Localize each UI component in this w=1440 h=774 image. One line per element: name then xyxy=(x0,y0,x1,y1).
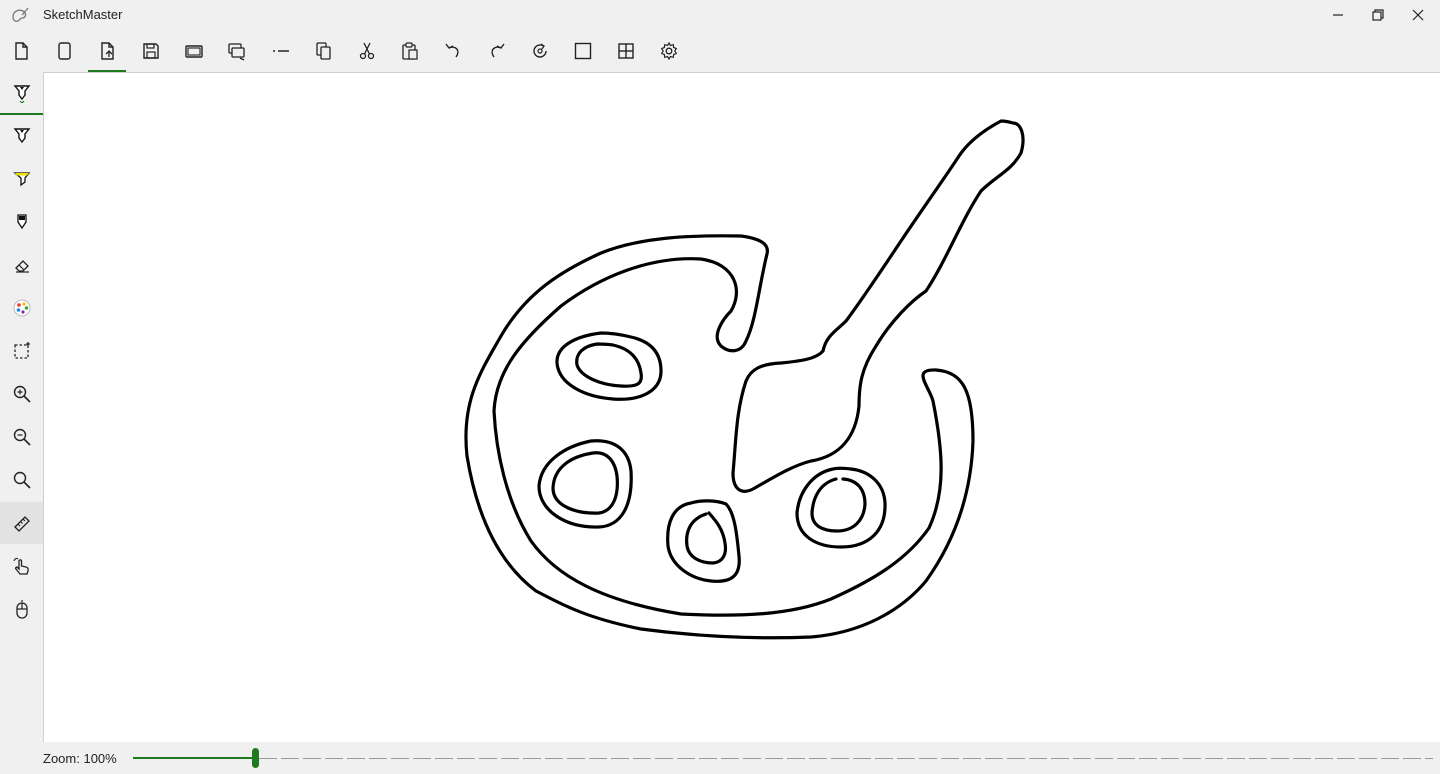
status-bar: Zoom: 100% xyxy=(0,742,1440,774)
paint-well-4-outer xyxy=(795,466,887,549)
ruler-icon xyxy=(13,516,30,532)
close-button[interactable] xyxy=(1398,0,1438,30)
minimize-button[interactable] xyxy=(1318,0,1358,30)
undo-button[interactable] xyxy=(434,32,472,70)
undo-icon xyxy=(445,43,459,58)
copy-icon xyxy=(316,42,331,60)
zoom-slider-track xyxy=(259,758,1433,759)
cut-icon xyxy=(359,42,375,60)
grid-button[interactable] xyxy=(607,32,645,70)
paint-well-3-inner xyxy=(685,511,728,565)
search-icon xyxy=(13,471,31,489)
touch-draw-tool[interactable] xyxy=(0,545,43,587)
drawing-canvas[interactable] xyxy=(43,72,1440,742)
sketch-drawing xyxy=(464,119,1025,640)
pen-dropdown[interactable] xyxy=(0,72,43,114)
title-bar: SketchMaster xyxy=(0,0,1440,30)
pencil-tool[interactable] xyxy=(0,201,43,243)
copy-button[interactable] xyxy=(305,32,343,70)
zoom-value: 100% xyxy=(83,751,117,766)
new-file-button[interactable] xyxy=(2,32,40,70)
brush-handle-outline xyxy=(731,119,1025,493)
pen-icon xyxy=(13,85,30,103)
tool-sidebar xyxy=(0,72,43,742)
eraser-icon xyxy=(14,260,29,273)
save-as-icon xyxy=(185,45,203,58)
save-as-button[interactable] xyxy=(175,32,213,70)
minimize-icon xyxy=(1333,14,1343,16)
zoom-in-tool[interactable] xyxy=(0,373,43,415)
eraser-tool[interactable] xyxy=(0,244,43,286)
zoom-slider[interactable] xyxy=(133,748,1433,768)
blank-page-button[interactable] xyxy=(45,32,83,70)
selection-tool[interactable] xyxy=(0,330,43,372)
paint-well-2-inner xyxy=(551,451,619,515)
gear-icon xyxy=(660,41,678,61)
highlighter-icon xyxy=(12,172,30,187)
palette-icon xyxy=(13,299,30,317)
paint-well-1-inner xyxy=(575,342,643,388)
new-page-icon xyxy=(101,42,114,60)
line-style-button[interactable] xyxy=(262,32,300,70)
rectangle-button[interactable] xyxy=(564,32,602,70)
pencil-icon xyxy=(16,214,27,230)
new-page-button[interactable] xyxy=(88,32,126,72)
highlighter-tool[interactable] xyxy=(0,158,43,200)
settings-button[interactable] xyxy=(650,32,688,70)
app-logo-icon xyxy=(10,5,30,25)
zoom-in-icon xyxy=(13,385,31,403)
grid-icon xyxy=(618,43,634,59)
line-style-icon xyxy=(273,50,289,52)
mouse-icon xyxy=(15,600,28,619)
zoom-label: Zoom: 100% xyxy=(43,751,117,766)
cut-button[interactable] xyxy=(348,32,386,70)
save-button[interactable] xyxy=(132,32,170,70)
pen-tool[interactable] xyxy=(0,115,43,157)
rotate-button[interactable] xyxy=(521,32,559,70)
window-title: SketchMaster xyxy=(43,7,123,22)
mouse-draw-tool[interactable] xyxy=(0,588,43,630)
redo-button[interactable] xyxy=(478,32,516,70)
export-button[interactable] xyxy=(218,32,256,70)
zoom-out-tool[interactable] xyxy=(0,416,43,458)
zoom-slider-thumb[interactable] xyxy=(252,748,259,768)
paint-well-4-inner xyxy=(810,477,867,533)
rectangle-icon xyxy=(574,42,592,60)
selection-icon xyxy=(13,342,30,359)
rotate-icon xyxy=(533,43,547,58)
restore-button[interactable] xyxy=(1358,0,1398,30)
pen-icon xyxy=(13,128,30,144)
close-icon xyxy=(1412,9,1424,21)
zoom-out-icon xyxy=(13,428,31,446)
new-file-icon xyxy=(15,42,28,60)
restore-icon xyxy=(1372,9,1384,21)
palette-outer-outline xyxy=(464,234,975,640)
redo-icon xyxy=(491,43,505,58)
export-icon xyxy=(228,43,245,61)
touch-icon xyxy=(12,557,29,575)
ruler-tool[interactable] xyxy=(0,502,43,544)
blank-page-icon xyxy=(58,42,71,60)
paste-icon xyxy=(402,42,418,60)
toolbar xyxy=(0,30,1440,72)
color-palette-tool[interactable] xyxy=(0,287,43,329)
paint-well-3-outer xyxy=(666,499,741,583)
paste-button[interactable] xyxy=(391,32,429,70)
zoom-slider-fill xyxy=(133,757,255,759)
zoom-reset-tool[interactable] xyxy=(0,459,43,501)
save-icon xyxy=(143,43,159,59)
